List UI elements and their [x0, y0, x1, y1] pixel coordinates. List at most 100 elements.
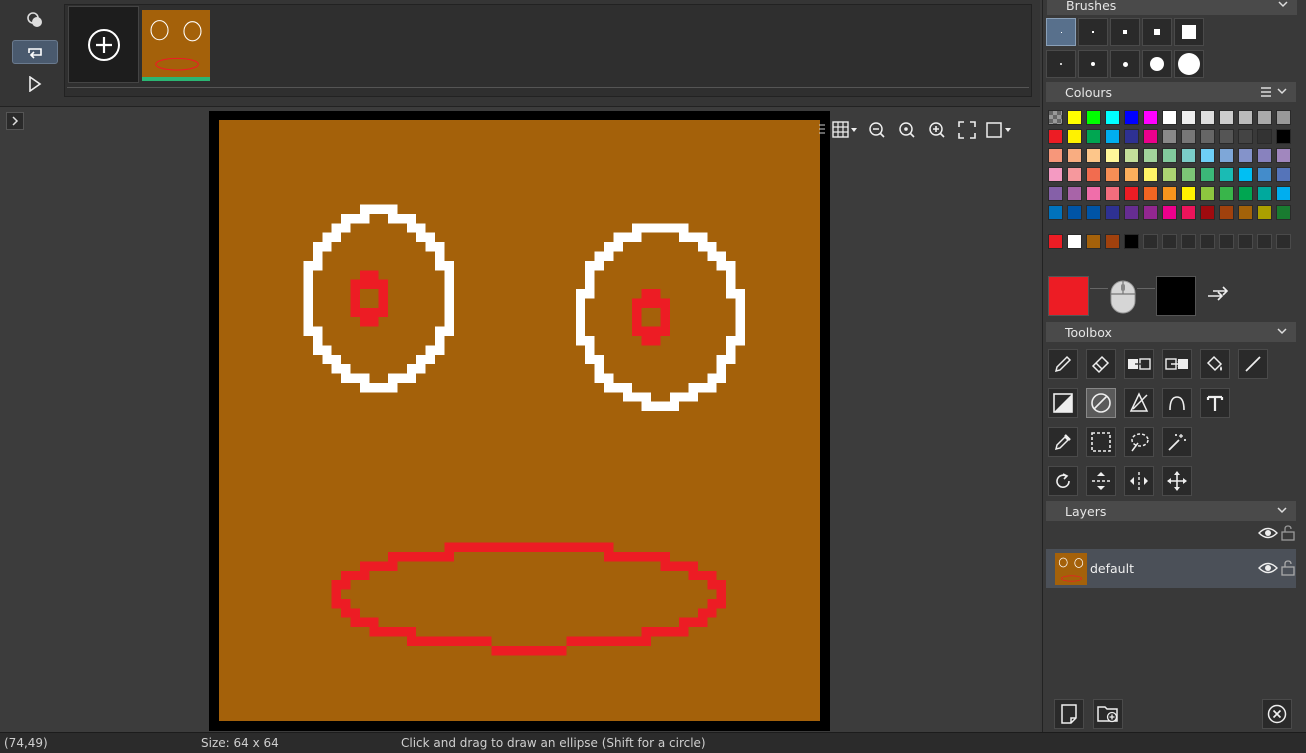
- colour-swatch[interactable]: [1143, 205, 1158, 220]
- colour-swatch[interactable]: [1257, 110, 1272, 125]
- brush-circle-5[interactable]: [1174, 50, 1204, 78]
- polygon-tool[interactable]: [1124, 388, 1154, 418]
- colour-swatch[interactable]: [1257, 205, 1272, 220]
- recent-colour-swatch[interactable]: [1276, 234, 1291, 249]
- colour-swatch[interactable]: [1238, 205, 1253, 220]
- new-layer-group-button[interactable]: [1093, 699, 1123, 729]
- colour-swatch[interactable]: [1181, 110, 1196, 125]
- recent-colour-swatch[interactable]: [1181, 234, 1196, 249]
- colour-swatch[interactable]: [1162, 148, 1177, 163]
- colour-replace-all-tool[interactable]: [1162, 349, 1192, 379]
- colour-swatch[interactable]: [1048, 110, 1063, 125]
- colour-swatch[interactable]: [1257, 148, 1272, 163]
- colour-swatch[interactable]: [1257, 129, 1272, 144]
- colour-swatch[interactable]: [1067, 167, 1082, 182]
- recent-colour-swatch[interactable]: [1143, 234, 1158, 249]
- colour-swatch[interactable]: [1086, 129, 1101, 144]
- colour-swatch[interactable]: [1067, 129, 1082, 144]
- recent-colour-swatch[interactable]: [1105, 234, 1120, 249]
- colour-swatch[interactable]: [1105, 205, 1120, 220]
- brush-circle-3[interactable]: [1110, 50, 1140, 78]
- play-button[interactable]: [12, 72, 58, 96]
- colour-swatch[interactable]: [1162, 110, 1177, 125]
- brush-square-4[interactable]: [1142, 18, 1172, 46]
- colour-swatch[interactable]: [1200, 167, 1215, 182]
- eraser-tool[interactable]: [1086, 349, 1116, 379]
- add-frame-button[interactable]: [68, 6, 139, 83]
- zoom-reset-button[interactable]: [894, 118, 920, 142]
- colour-swatch[interactable]: [1238, 167, 1253, 182]
- grid-toggle-button[interactable]: [830, 118, 860, 142]
- colour-swatch[interactable]: [1276, 167, 1291, 182]
- colour-swatch[interactable]: [1124, 129, 1139, 144]
- colour-swatch[interactable]: [1200, 129, 1215, 144]
- colour-swatch[interactable]: [1200, 205, 1215, 220]
- recent-colour-swatch[interactable]: [1048, 234, 1063, 249]
- colour-swatch[interactable]: [1219, 167, 1234, 182]
- colour-swatch[interactable]: [1067, 186, 1082, 201]
- colour-swatch[interactable]: [1276, 148, 1291, 163]
- recent-colour-swatch[interactable]: [1219, 234, 1234, 249]
- colour-swatch[interactable]: [1276, 186, 1291, 201]
- secondary-colour-swatch[interactable]: [1156, 276, 1196, 316]
- colour-swatch[interactable]: [1124, 148, 1139, 163]
- colour-swatch[interactable]: [1219, 129, 1234, 144]
- colour-swatch[interactable]: [1200, 186, 1215, 201]
- colour-swatch[interactable]: [1143, 148, 1158, 163]
- colours-panel-header[interactable]: Colours: [1046, 82, 1296, 102]
- colour-swatch[interactable]: [1048, 129, 1063, 144]
- ellipse-tool[interactable]: [1086, 388, 1116, 418]
- colour-swatch[interactable]: [1067, 205, 1082, 220]
- colour-swatch[interactable]: [1181, 205, 1196, 220]
- colour-swatch[interactable]: [1086, 205, 1101, 220]
- colour-swatch[interactable]: [1219, 110, 1234, 125]
- brush-circle-2[interactable]: [1078, 50, 1108, 78]
- colour-swatch[interactable]: [1048, 186, 1063, 201]
- colour-swatch[interactable]: [1105, 148, 1120, 163]
- recent-colour-swatch[interactable]: [1067, 234, 1082, 249]
- swap-colours-button[interactable]: [1204, 284, 1230, 308]
- all-layers-lock-toggle[interactable]: [1281, 525, 1295, 544]
- all-layers-visibility-toggle[interactable]: [1258, 526, 1278, 543]
- colour-swatch[interactable]: [1124, 186, 1139, 201]
- pencil-tool[interactable]: [1048, 349, 1078, 379]
- colour-swatch[interactable]: [1105, 186, 1120, 201]
- loop-toggle[interactable]: [12, 40, 58, 64]
- colour-swatch[interactable]: [1181, 167, 1196, 182]
- drawing-canvas[interactable]: [219, 120, 820, 721]
- colour-swatch[interactable]: [1238, 148, 1253, 163]
- colour-swatch[interactable]: [1124, 110, 1139, 125]
- colour-swatch[interactable]: [1181, 186, 1196, 201]
- colour-swatch[interactable]: [1238, 110, 1253, 125]
- curve-tool[interactable]: [1162, 388, 1192, 418]
- colour-swatch[interactable]: [1067, 110, 1082, 125]
- brush-circle-4[interactable]: [1142, 50, 1172, 78]
- colour-swatch[interactable]: [1067, 148, 1082, 163]
- expand-panel-button[interactable]: [6, 112, 24, 130]
- brush-square-5[interactable]: [1174, 18, 1204, 46]
- colour-swatch[interactable]: [1219, 205, 1234, 220]
- colour-swatch[interactable]: [1219, 148, 1234, 163]
- delete-layer-button[interactable]: [1262, 699, 1292, 729]
- eyedropper-tool[interactable]: [1048, 427, 1078, 457]
- new-layer-button[interactable]: [1054, 699, 1084, 729]
- colour-swatch[interactable]: [1257, 167, 1272, 182]
- layer-lock-toggle[interactable]: [1281, 560, 1295, 579]
- colour-swatch[interactable]: [1276, 205, 1291, 220]
- recent-colour-swatch[interactable]: [1257, 234, 1272, 249]
- colour-swatch[interactable]: [1048, 167, 1063, 182]
- colour-swatch[interactable]: [1048, 148, 1063, 163]
- colour-swatch[interactable]: [1105, 167, 1120, 182]
- menu-icon[interactable]: [1260, 86, 1272, 98]
- colour-swatch[interactable]: [1257, 186, 1272, 201]
- flip-vertical-tool[interactable]: [1086, 466, 1116, 496]
- frame-thumbnail[interactable]: [142, 9, 210, 79]
- brush-pixel-1[interactable]: [1046, 18, 1076, 46]
- brush-square-2[interactable]: [1078, 18, 1108, 46]
- colour-swatch[interactable]: [1124, 205, 1139, 220]
- selection-tool[interactable]: [1086, 427, 1116, 457]
- rectangle-tool[interactable]: [1048, 388, 1078, 418]
- colour-swatch[interactable]: [1162, 167, 1177, 182]
- colour-swatch[interactable]: [1048, 205, 1063, 220]
- recent-colour-swatch[interactable]: [1086, 234, 1101, 249]
